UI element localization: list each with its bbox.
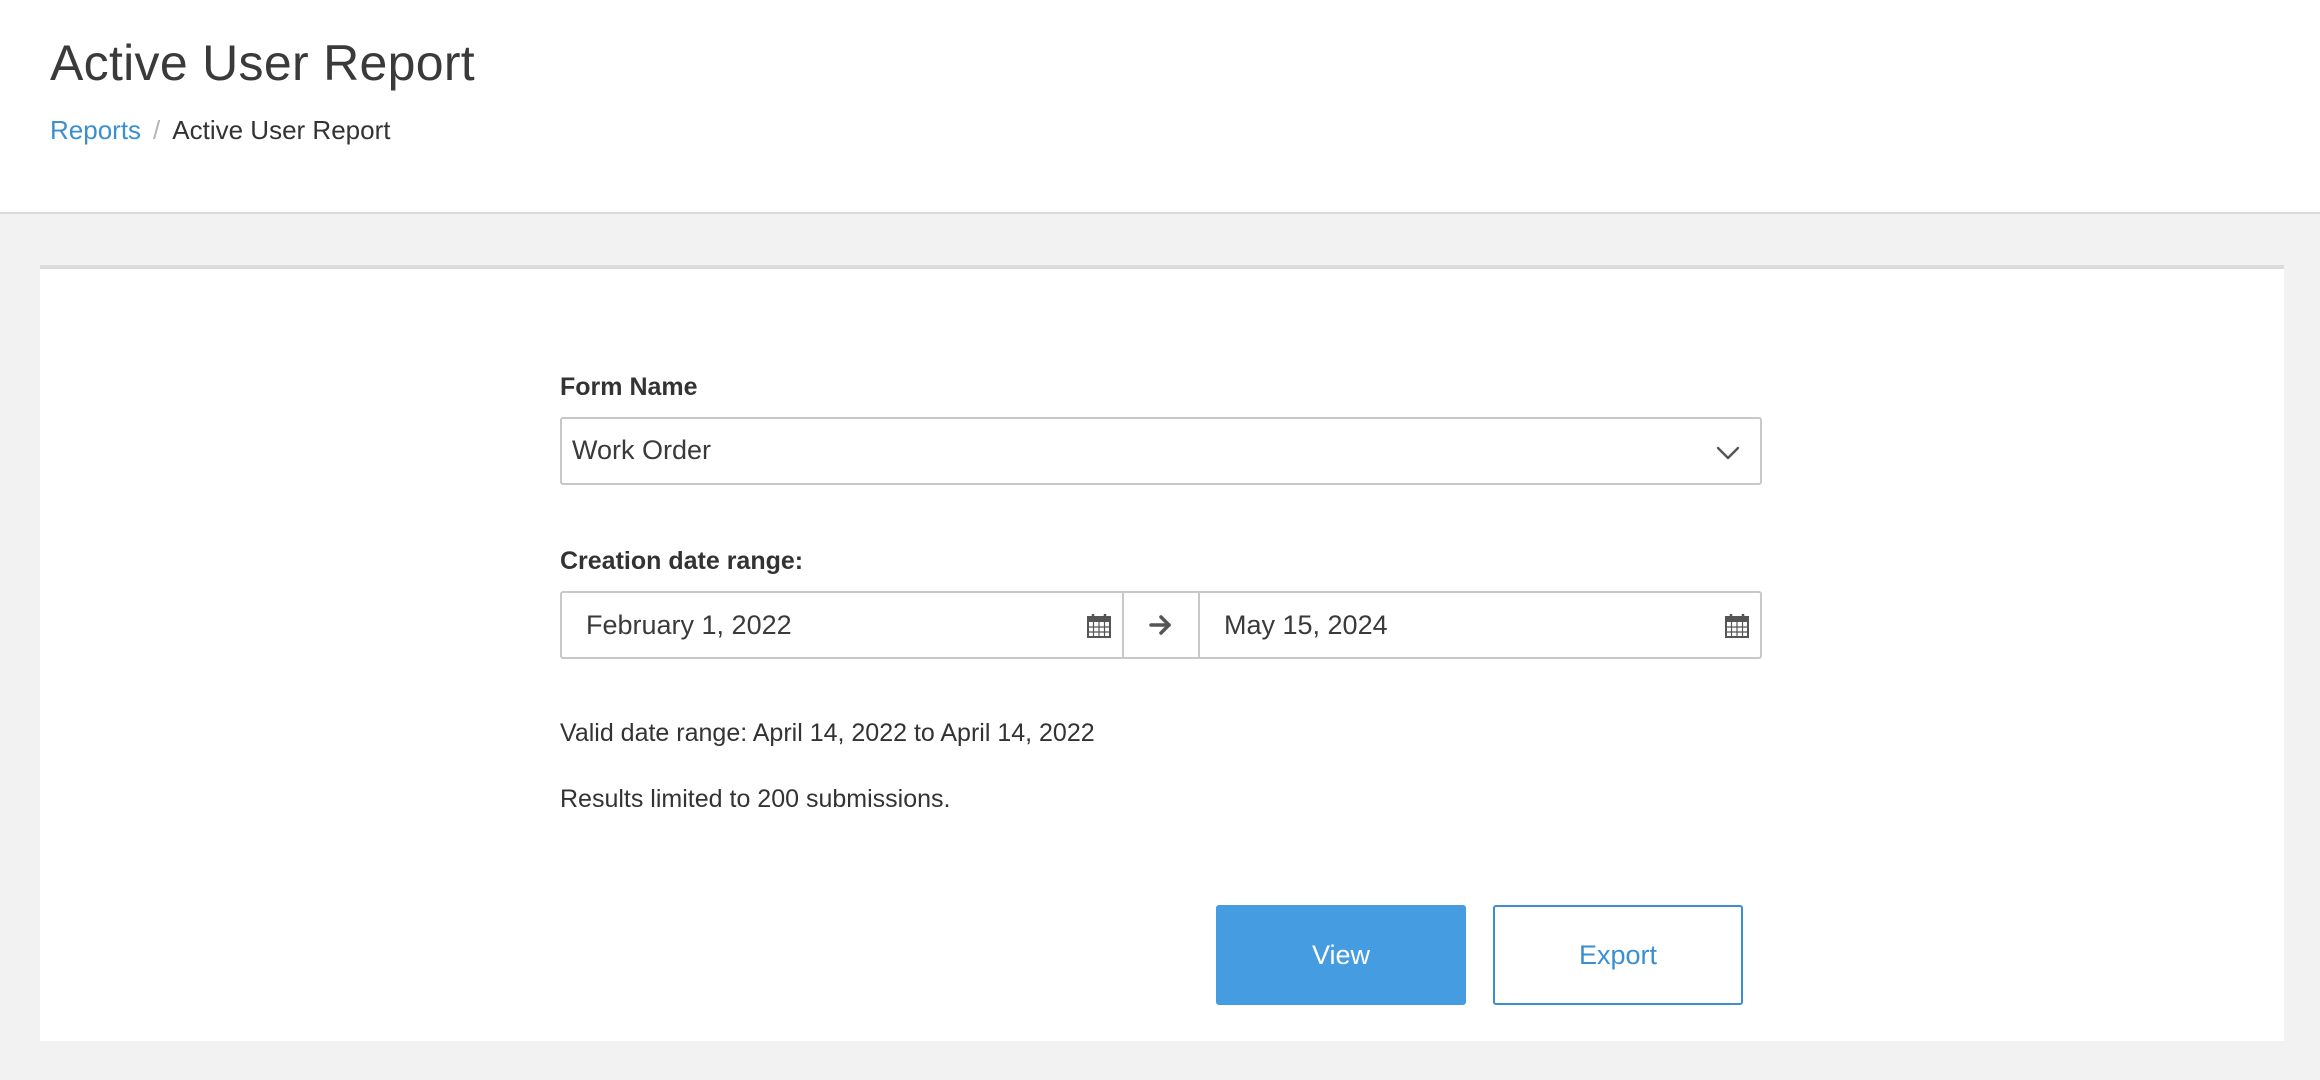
breadcrumb-link-reports[interactable]: Reports: [50, 115, 141, 146]
start-date-input[interactable]: February 1, 2022: [560, 591, 1124, 659]
form-name-selected-value: Work Order: [572, 435, 712, 465]
start-date-value: February 1, 2022: [586, 610, 792, 640]
end-date-value: May 15, 2024: [1224, 610, 1388, 640]
chevron-down-icon: [1716, 446, 1740, 460]
view-button[interactable]: View: [1216, 905, 1466, 1005]
date-range-arrow: [1124, 591, 1198, 659]
form-name-label: Form Name: [560, 373, 698, 401]
form-name-select[interactable]: Work Order: [560, 417, 1762, 485]
date-range-label: Creation date range:: [560, 547, 804, 575]
end-date-input[interactable]: May 15, 2024: [1198, 591, 1762, 659]
breadcrumb: Reports / Active User Report: [50, 115, 390, 146]
results-limit-text: Results limited to 200 submissions.: [560, 785, 951, 813]
date-range-group: February 1, 2022 May 15, 2024: [560, 591, 1762, 659]
breadcrumb-separator: /: [153, 115, 161, 145]
arrow-right-icon: [1149, 615, 1171, 635]
export-button[interactable]: Export: [1493, 905, 1743, 1005]
page-header: Active User Report Reports / Active User…: [0, 0, 2320, 214]
report-panel: Form Name Work Order Creation date range…: [40, 265, 2284, 1041]
valid-date-range-text: Valid date range: April 14, 2022 to Apri…: [560, 719, 1095, 747]
breadcrumb-current: Active User Report: [172, 115, 391, 145]
calendar-icon[interactable]: [1724, 613, 1750, 639]
page-title: Active User Report: [50, 35, 475, 91]
calendar-icon[interactable]: [1086, 613, 1112, 639]
